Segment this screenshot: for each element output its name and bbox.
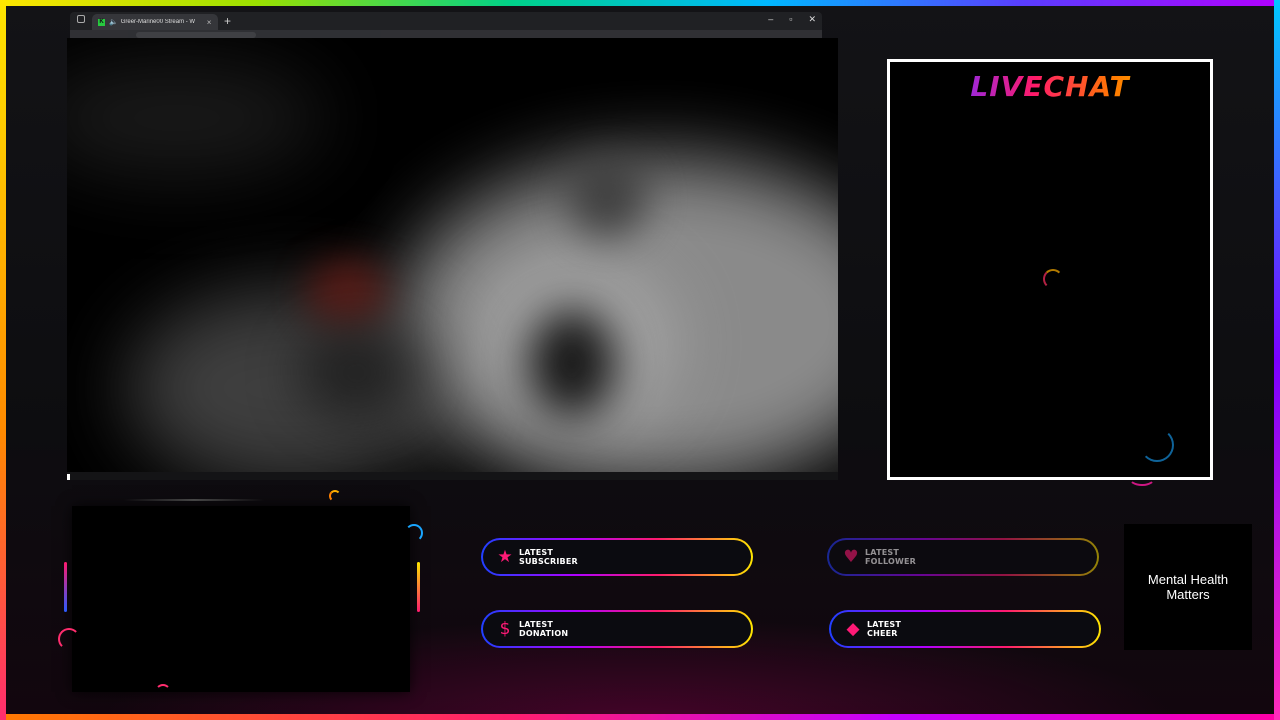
subscriber-label-line2: SUBSCRIBER	[519, 557, 578, 566]
audio-icon[interactable]: 🔈	[109, 18, 118, 26]
divider-line	[124, 499, 264, 501]
livechat-title: LIVECHAT	[890, 70, 1210, 103]
favicon-icon: K	[98, 18, 105, 26]
decorative-ring-icon	[1140, 428, 1174, 462]
follower-label-line1: LATEST	[865, 548, 900, 557]
mental-health-text: Mental Health Matters	[1147, 572, 1229, 602]
follower-label-line2: FOLLOWER	[865, 557, 917, 566]
stream-overlay: K 🔈 Greer-Marine00 Stream - W × + – ▫ ✕	[0, 0, 1280, 720]
heart-icon: ♥	[843, 547, 859, 567]
cheer-label-line2: CHEER	[867, 629, 898, 638]
decorative-ring-icon	[405, 524, 423, 542]
rainbow-border-bottom	[0, 714, 1280, 720]
rainbow-border-top	[0, 0, 1280, 6]
tab-title: Greer-Marine00 Stream - W	[120, 19, 196, 25]
tab-close-icon[interactable]: ×	[207, 18, 212, 27]
livechat-panel: LIVECHAT	[887, 59, 1213, 480]
loading-ring-icon	[1043, 269, 1063, 289]
dollar-icon: $	[499, 619, 511, 639]
mental-health-box: Mental Health Matters	[1124, 524, 1252, 650]
progress-marker	[67, 474, 70, 480]
donation-label-line2: DONATION	[519, 629, 569, 638]
donation-label-line1: LATEST	[519, 620, 554, 629]
cheer-label-line1: LATEST	[867, 620, 902, 629]
latest-donation-widget: $ LATEST DONATION	[481, 610, 753, 648]
rainbow-border-left	[0, 0, 6, 720]
browser-tab-bar: K 🔈 Greer-Marine00 Stream - W × + – ▫ ✕	[70, 12, 822, 30]
glow-accent	[64, 562, 67, 612]
diamond-icon: ◆	[846, 619, 860, 639]
decorative-ring-icon	[155, 684, 171, 700]
star-icon: ★	[497, 547, 513, 567]
decorative-ring-icon	[1128, 468, 1156, 486]
latest-cheer-widget: ◆ LATEST CHEER	[829, 610, 1101, 648]
browser-tab[interactable]: K 🔈 Greer-Marine00 Stream - W ×	[92, 14, 218, 30]
decorative-ring-icon	[329, 490, 341, 502]
restore-button[interactable]: ▫	[789, 14, 792, 25]
subscriber-label-line1: LATEST	[519, 548, 554, 557]
camera-panel	[72, 506, 410, 692]
video-feed	[67, 38, 838, 474]
new-tab-button[interactable]: +	[224, 14, 231, 28]
latest-follower-widget: ♥ LATEST FOLLOWER	[827, 538, 1099, 576]
decorative-ring-icon	[58, 628, 80, 650]
latest-subscriber-widget: ★ LATEST SUBSCRIBER	[481, 538, 753, 576]
tab-switcher-icon[interactable]	[77, 15, 85, 23]
rainbow-border-right	[1274, 0, 1280, 720]
taskbar-strip	[67, 472, 838, 480]
minimize-button[interactable]: –	[768, 14, 773, 25]
glow-accent	[417, 562, 420, 612]
window-controls: – ▫ ✕	[768, 14, 816, 25]
close-window-button[interactable]: ✕	[808, 14, 816, 25]
